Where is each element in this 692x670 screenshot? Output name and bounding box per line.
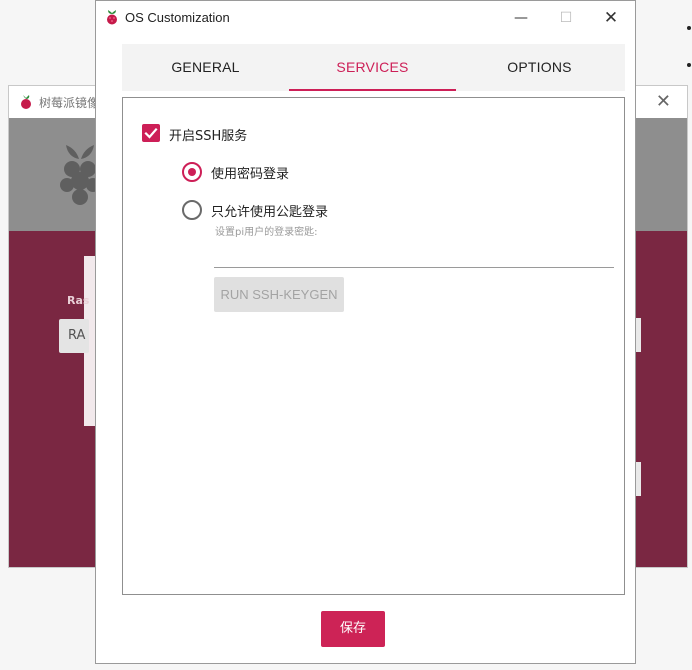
password-auth-label[interactable]: 使用密码登录 bbox=[211, 163, 289, 182]
tab-services[interactable]: SERVICES bbox=[289, 44, 456, 91]
pubkey-auth-label[interactable]: 只允许使用公匙登录 bbox=[211, 201, 328, 220]
tab-general[interactable]: GENERAL bbox=[122, 44, 289, 91]
check-icon bbox=[144, 127, 158, 139]
raspberry-icon bbox=[21, 95, 31, 109]
bullet-dot bbox=[687, 26, 691, 30]
minimize-icon[interactable]: — bbox=[499, 5, 543, 31]
close-icon[interactable]: ✕ bbox=[589, 5, 633, 31]
ssh-enable-label[interactable]: 开启SSH服务 bbox=[169, 125, 247, 144]
ssh-enable-checkbox[interactable] bbox=[142, 124, 160, 142]
radio-selected-dot bbox=[188, 168, 196, 176]
dialog-titlebar: OS Customization — ☐ ✕ bbox=[96, 1, 635, 35]
close-icon[interactable]: ✕ bbox=[656, 91, 671, 112]
run-ssh-keygen-button[interactable]: RUN SSH-KEYGEN bbox=[214, 277, 344, 312]
tab-options[interactable]: OPTIONS bbox=[456, 44, 623, 91]
background-label: Ras bbox=[67, 294, 90, 307]
dialog-title: OS Customization bbox=[125, 10, 230, 25]
os-customization-dialog: OS Customization — ☐ ✕ GENERAL SERVICES … bbox=[95, 0, 636, 664]
background-button-text: RA bbox=[68, 328, 86, 343]
pubkey-auth-radio[interactable] bbox=[182, 200, 202, 220]
pubkey-input[interactable] bbox=[214, 245, 614, 268]
background-os-button[interactable]: RA bbox=[59, 319, 89, 353]
maximize-icon[interactable]: ☐ bbox=[544, 5, 588, 31]
background-window-title: 树莓派镜像 bbox=[39, 96, 100, 110]
tab-bar: GENERAL SERVICES OPTIONS bbox=[122, 44, 625, 91]
save-button[interactable]: 保存 bbox=[321, 611, 385, 647]
raspberry-icon bbox=[107, 10, 117, 25]
pubkey-hint: 设置pi用户的登录密匙: bbox=[215, 227, 318, 238]
bullet-dot bbox=[687, 63, 691, 67]
services-panel: 开启SSH服务 使用密码登录 只允许使用公匙登录 设置pi用户的登录密匙: RU… bbox=[122, 97, 625, 595]
password-auth-radio[interactable] bbox=[182, 162, 202, 182]
